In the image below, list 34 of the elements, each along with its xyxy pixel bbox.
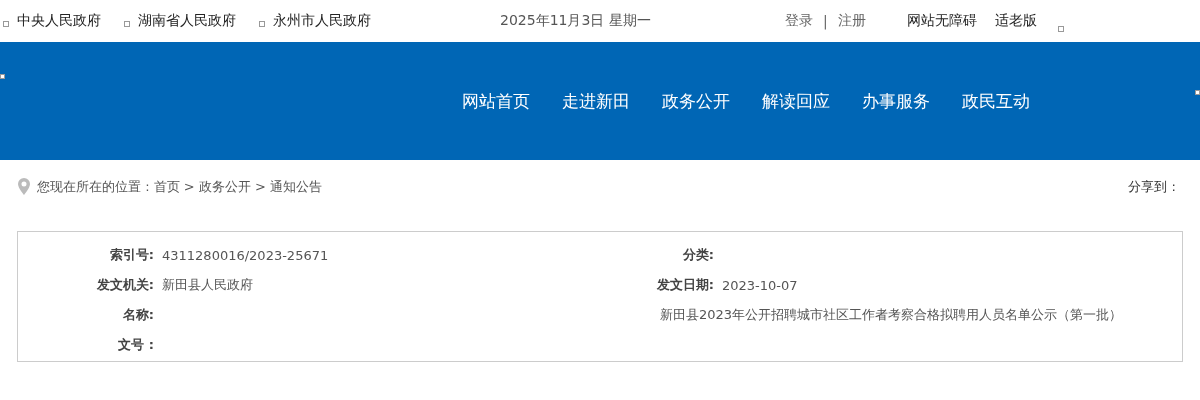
square-icon [3,21,9,27]
share-label: 分享到 : [1128,178,1176,196]
square-icon [124,21,130,27]
location-pin-icon [18,178,30,195]
nav-link[interactable]: 政务公开 [662,89,730,113]
field-label: 文号 : [118,336,154,354]
gov-link[interactable]: 永州市人民政府 [273,12,371,30]
separator-text: | [823,13,828,29]
field-label: 发文日期: [656,276,714,294]
field-value: 2023-10-07 [721,277,799,293]
nav-link[interactable]: 政民互动 [962,89,1030,113]
field-label: 名称: [122,306,154,324]
square-icon [1058,26,1064,32]
field-label: 分类: [682,246,714,264]
nav-link[interactable]: 走进新田 [562,89,630,113]
square-icon [259,21,265,27]
date-text: 2025年11月3日 星期一 [500,12,652,30]
field-value: 新田县2023年公开招聘城市社区工作者考察合格拟聘用人员名单公示（第一批） [659,306,1122,324]
nav-link[interactable]: 办事服务 [862,89,930,113]
register-link[interactable]: 注册 [837,12,866,30]
tool-link[interactable]: 适老版 [995,12,1037,30]
square-icon [1195,90,1200,95]
field-value: 新田县人民政府 [161,276,254,294]
nav-link[interactable]: 网站首页 [462,89,530,113]
breadcrumb-text: 您现在所在的位置 : 首页 > 政务公开 > 通知公告 [37,178,323,195]
field-label: 索引号: [109,246,154,264]
square-icon [0,74,5,79]
tool-link[interactable]: 网站无障碍 [907,12,977,30]
field-label: 发文机关: [96,276,154,294]
gov-link[interactable]: 湖南省人民政府 [138,12,236,30]
login-link[interactable]: 登录 [785,12,813,30]
gov-link[interactable]: 中央人民政府 [17,12,101,30]
nav-link[interactable]: 解读回应 [762,89,830,113]
field-value: 4311280016/2023-25671 [161,247,330,263]
